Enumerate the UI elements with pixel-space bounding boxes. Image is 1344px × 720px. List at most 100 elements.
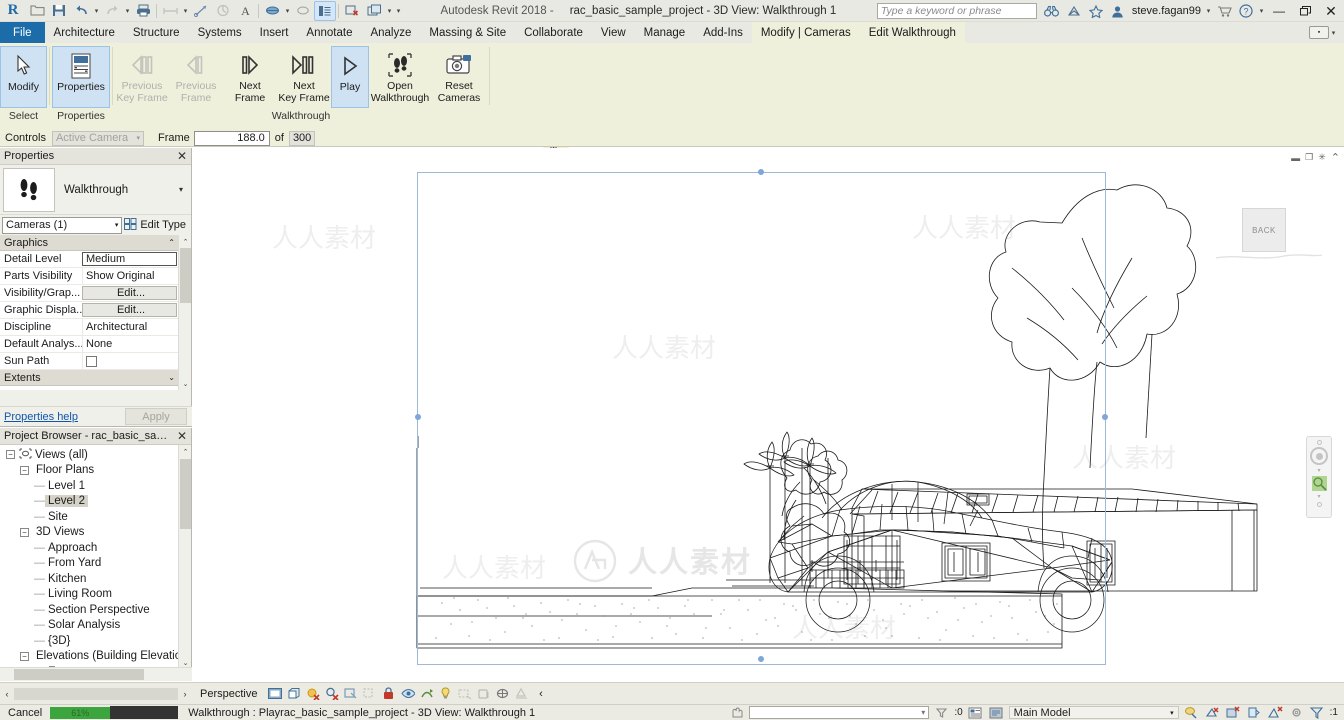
- zoom-region-icon[interactable]: [1311, 476, 1327, 491]
- customize-qat-icon[interactable]: ▾: [394, 1, 403, 21]
- filter-icon[interactable]: [1309, 706, 1326, 720]
- default-3d-view-icon[interactable]: [261, 1, 283, 21]
- drawing-canvas[interactable]: ▬ ❐ ✳ ⌃ BACK ▾ ▾ 人人素材 人人素材 人人素材 人人素材 人人素…: [192, 148, 1344, 693]
- steering-wheel-caret-icon[interactable]: ▾: [1317, 467, 1320, 474]
- revit-r-logo[interactable]: R: [0, 0, 26, 22]
- tab-add-ins[interactable]: Add-Ins: [694, 22, 752, 43]
- switch-windows-icon[interactable]: [363, 1, 385, 21]
- tree-node-3d-views[interactable]: − 3D Views: [0, 525, 191, 541]
- tab-file[interactable]: File: [0, 22, 45, 43]
- restore-window-button[interactable]: [1292, 0, 1318, 22]
- active-workset-icon[interactable]: [1225, 706, 1242, 720]
- modify-button[interactable]: Modify: [0, 46, 47, 108]
- workset-select[interactable]: Main Model ▾: [1008, 706, 1179, 719]
- crop-handle-bottom[interactable]: [758, 656, 764, 662]
- view-cube[interactable]: BACK: [1242, 208, 1286, 252]
- scrollbar-thumb[interactable]: [14, 669, 144, 680]
- property-row-visibility-graphics[interactable]: Visibility/Grap... Edit...: [0, 285, 179, 302]
- open-walkthrough-button[interactable]: Open Walkthrough: [369, 46, 431, 108]
- tree-node-elevations[interactable]: − Elevations (Building Elevation: [0, 649, 191, 665]
- steering-wheel-icon[interactable]: [1310, 447, 1328, 465]
- worksharing-display-icon[interactable]: [495, 686, 510, 701]
- more-view-options-icon[interactable]: ‹: [533, 686, 548, 701]
- tree-node-3d[interactable]: — {3D}: [0, 633, 191, 649]
- tag-icon[interactable]: [212, 1, 234, 21]
- tab-modify-cameras[interactable]: Modify | Cameras: [751, 22, 860, 43]
- exclude-options-icon-2[interactable]: [1204, 706, 1221, 720]
- aligned-dimension-icon[interactable]: [190, 1, 212, 21]
- shadows-off-icon[interactable]: [305, 686, 320, 701]
- workset-icon[interactable]: [988, 706, 1005, 720]
- property-value[interactable]: [82, 353, 179, 369]
- expander-minus-icon[interactable]: −: [6, 450, 15, 460]
- tree-node-living-room[interactable]: — Living Room: [0, 587, 191, 603]
- expander-minus-icon[interactable]: −: [20, 651, 29, 661]
- tree-node-site[interactable]: — Site: [0, 509, 191, 525]
- tree-node-approach[interactable]: — Approach: [0, 540, 191, 556]
- thin-lines-icon[interactable]: [314, 0, 336, 21]
- crop-view-icon[interactable]: [343, 686, 358, 701]
- scroll-left-icon[interactable]: ‹: [0, 689, 14, 699]
- expander-minus-icon[interactable]: −: [20, 527, 29, 537]
- tree-node-level-1[interactable]: — Level 1: [0, 478, 191, 494]
- properties-section-graphics[interactable]: Graphics ⌃: [0, 235, 179, 251]
- close-hidden-windows-icon[interactable]: [341, 1, 363, 21]
- crop-handle-right[interactable]: [1102, 414, 1108, 420]
- view-scale-label[interactable]: Perspective: [200, 688, 257, 700]
- close-window-button[interactable]: ✕: [1318, 0, 1344, 22]
- property-value[interactable]: Show Original: [82, 268, 179, 284]
- measure-dropdown-caret[interactable]: ▾: [181, 1, 190, 21]
- crop-handle-top[interactable]: [758, 169, 764, 175]
- previous-key-frame-button[interactable]: Previous Key Frame: [115, 46, 169, 108]
- measure-icon[interactable]: [159, 1, 181, 21]
- active-camera-select[interactable]: Active Camera ▾: [51, 130, 144, 146]
- scrollbar-thumb[interactable]: [14, 687, 178, 700]
- apply-button[interactable]: Apply: [125, 408, 187, 425]
- tab-insert[interactable]: Insert: [251, 22, 298, 43]
- tree-node-level-2[interactable]: — Level 2: [0, 494, 191, 510]
- property-value[interactable]: Architectural: [82, 319, 179, 335]
- reset-cameras-button[interactable]: Reset Cameras: [431, 46, 487, 108]
- frame-input[interactable]: 188.0: [193, 130, 270, 146]
- status-search-input[interactable]: ▾: [749, 706, 930, 719]
- show-render-dialog-icon[interactable]: [324, 686, 339, 701]
- previous-frame-button[interactable]: Previous Frame: [169, 46, 223, 108]
- tab-edit-walkthrough[interactable]: Edit Walkthrough: [859, 22, 965, 43]
- sun-path-checkbox[interactable]: [86, 355, 97, 367]
- tree-node-solar-analysis[interactable]: — Solar Analysis: [0, 618, 191, 634]
- scroll-down-icon[interactable]: ⌄: [179, 377, 191, 390]
- tree-node-section-perspective[interactable]: — Section Perspective: [0, 602, 191, 618]
- cancel-button[interactable]: Cancel: [0, 707, 50, 719]
- property-row-parts-visibility[interactable]: Parts Visibility Show Original: [0, 268, 179, 285]
- tab-architecture[interactable]: Architecture: [45, 22, 124, 43]
- temporary-hide-isolate-icon[interactable]: [400, 686, 415, 701]
- ribbon-display-caret-icon[interactable]: ▾: [1329, 23, 1338, 43]
- press-and-drag-icon[interactable]: [728, 706, 745, 720]
- search-input[interactable]: Type a keyword or phrase: [876, 3, 1037, 19]
- next-frame-button[interactable]: Next Frame: [223, 46, 277, 108]
- property-row-sun-path[interactable]: Sun Path: [0, 353, 179, 370]
- instance-selector[interactable]: Cameras (1) ▾: [2, 216, 123, 234]
- property-row-graphic-display[interactable]: Graphic Displa... Edit...: [0, 302, 179, 319]
- analytical-model-icon[interactable]: [457, 686, 472, 701]
- tab-collaborate[interactable]: Collaborate: [515, 22, 592, 43]
- scrollbar-thumb[interactable]: [180, 459, 191, 529]
- scroll-up-icon[interactable]: ⌃: [179, 235, 191, 248]
- property-row-discipline[interactable]: Discipline Architectural: [0, 319, 179, 336]
- section-icon[interactable]: [292, 1, 314, 21]
- tab-view[interactable]: View: [592, 22, 635, 43]
- properties-scrollbar[interactable]: ⌃ ⌄: [178, 235, 191, 390]
- undo-icon[interactable]: [70, 1, 92, 21]
- lock-3d-view-icon[interactable]: [381, 686, 396, 701]
- temporary-view-properties-icon[interactable]: [438, 686, 453, 701]
- tab-structure[interactable]: Structure: [124, 22, 189, 43]
- minimize-window-button[interactable]: —: [1266, 0, 1292, 22]
- property-value[interactable]: None: [82, 336, 179, 352]
- print-icon[interactable]: [132, 1, 154, 21]
- tree-node-floor-plans[interactable]: − Floor Plans: [0, 463, 191, 479]
- design-options-icon[interactable]: [1183, 706, 1200, 720]
- redo-dropdown-caret[interactable]: ▾: [123, 1, 132, 21]
- editable-only-icon[interactable]: [967, 706, 984, 720]
- play-button[interactable]: Play: [331, 46, 369, 108]
- properties-type-selector[interactable]: Walkthrough ▾: [0, 165, 191, 215]
